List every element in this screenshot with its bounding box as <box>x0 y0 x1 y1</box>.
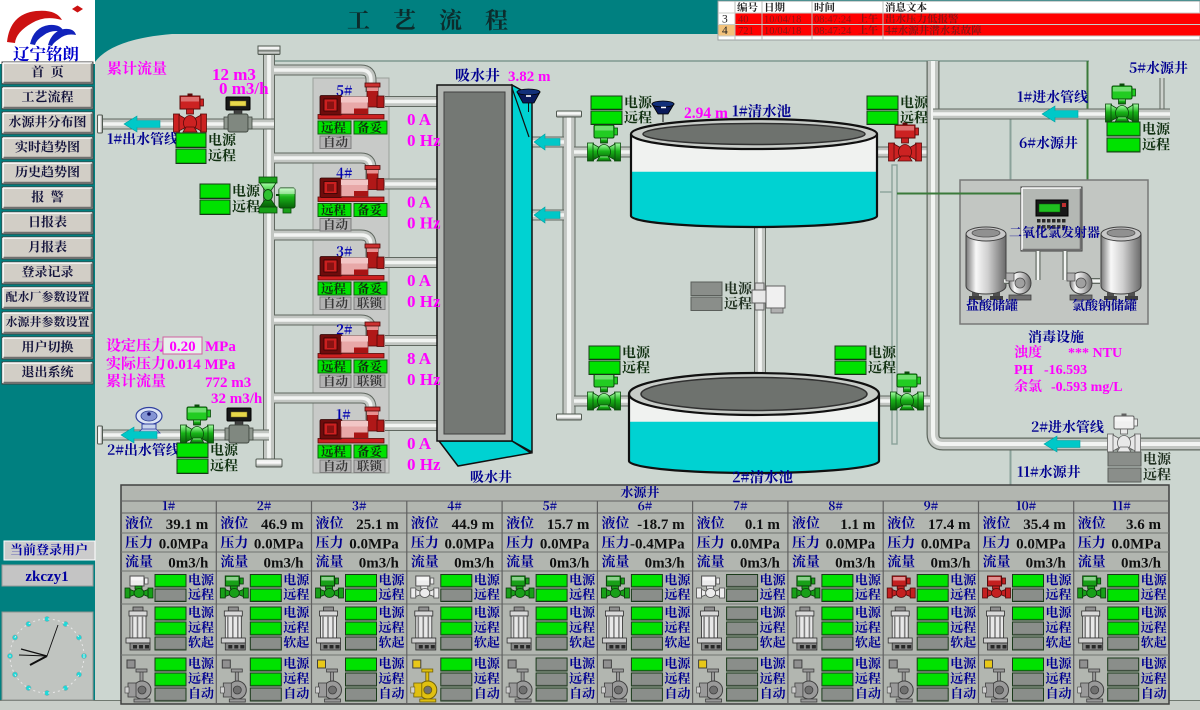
svg-text:0.0MPa: 0.0MPa <box>445 537 495 553</box>
svg-text:0m3/h: 0m3/h <box>454 556 495 572</box>
svg-text:0 A: 0 A <box>407 193 432 212</box>
svg-text:10/04/18: 10/04/18 <box>764 15 801 26</box>
svg-text:0m3/h: 0m3/h <box>1121 556 1162 572</box>
svg-text:32 m3/h: 32 m3/h <box>211 391 263 407</box>
svg-text:0m3/h: 0m3/h <box>740 556 781 572</box>
svg-text:0 A: 0 A <box>407 271 432 290</box>
svg-text:39.1 m: 39.1 m <box>166 517 209 533</box>
svg-text:0.014 MPa: 0.014 MPa <box>167 357 236 373</box>
svg-text:-16.593: -16.593 <box>1044 363 1087 378</box>
svg-text:0.20: 0.20 <box>169 339 195 355</box>
svg-text:0 Hz: 0 Hz <box>407 214 441 233</box>
svg-text:0.0MPa: 0.0MPa <box>921 537 971 553</box>
svg-text:0m3/h: 0m3/h <box>930 556 971 572</box>
svg-text:10/04/18: 10/04/18 <box>764 26 801 37</box>
svg-text:3.6 m: 3.6 m <box>1126 517 1162 533</box>
svg-text:3.82 m: 3.82 m <box>508 69 551 85</box>
svg-text:0m3/h: 0m3/h <box>549 556 590 572</box>
svg-text:*** NTU: *** NTU <box>1068 346 1122 361</box>
svg-text:1.1 m: 1.1 m <box>840 517 876 533</box>
svg-text:zkczy1: zkczy1 <box>25 569 68 585</box>
svg-text:15.7 m: 15.7 m <box>547 517 590 533</box>
svg-text:0m3/h: 0m3/h <box>263 556 304 572</box>
svg-text:0 Hz: 0 Hz <box>407 370 441 389</box>
svg-text:25.1 m: 25.1 m <box>356 517 399 533</box>
svg-text:46.9 m: 46.9 m <box>261 517 304 533</box>
svg-text:44.9 m: 44.9 m <box>452 517 495 533</box>
svg-text:-0.593 mg/L: -0.593 mg/L <box>1051 380 1123 395</box>
svg-text:0.1 m: 0.1 m <box>745 517 781 533</box>
svg-text:0m3/h: 0m3/h <box>168 556 209 572</box>
svg-text:0.0MPa: 0.0MPa <box>1016 537 1066 553</box>
svg-text:0m3/h: 0m3/h <box>645 556 686 572</box>
svg-text:08:47:24: 08:47:24 <box>814 15 852 26</box>
svg-text:0 A: 0 A <box>407 434 432 453</box>
svg-text:4: 4 <box>722 25 728 37</box>
svg-text:35.4 m: 35.4 m <box>1023 517 1066 533</box>
svg-text:17.4 m: 17.4 m <box>928 517 971 533</box>
svg-text:0.0MPa: 0.0MPa <box>540 537 590 553</box>
svg-text:0.0MPa: 0.0MPa <box>730 537 780 553</box>
svg-text:0 Hz: 0 Hz <box>407 455 441 474</box>
svg-text:8 A: 8 A <box>407 349 432 368</box>
svg-text:0.0MPa: 0.0MPa <box>1111 537 1161 553</box>
svg-text:2.94 m: 2.94 m <box>684 105 728 122</box>
svg-text:MPa: MPa <box>205 339 236 355</box>
svg-text:0.0MPa: 0.0MPa <box>349 537 399 553</box>
svg-text:0m3/h: 0m3/h <box>359 556 400 572</box>
svg-text:3: 3 <box>722 14 728 26</box>
svg-text:721: 721 <box>738 26 754 37</box>
svg-text:0.0MPa: 0.0MPa <box>254 537 304 553</box>
svg-text:0.0MPa: 0.0MPa <box>826 537 876 553</box>
svg-text:0 Hz: 0 Hz <box>407 292 441 311</box>
svg-text:0m3/h: 0m3/h <box>835 556 876 572</box>
svg-text:0 m3/h: 0 m3/h <box>219 79 269 98</box>
svg-text:-0.4MPa: -0.4MPa <box>630 537 685 553</box>
svg-text:-18.7 m: -18.7 m <box>637 517 685 533</box>
svg-text:0 A: 0 A <box>407 110 432 129</box>
svg-text:40: 40 <box>738 15 749 26</box>
svg-text:772 m3: 772 m3 <box>205 375 251 391</box>
svg-text:0 Hz: 0 Hz <box>407 131 441 150</box>
svg-text:0m3/h: 0m3/h <box>1026 556 1067 572</box>
svg-text:0.0MPa: 0.0MPa <box>159 537 209 553</box>
svg-text:PH: PH <box>1014 363 1034 378</box>
svg-text:08:47:24: 08:47:24 <box>814 26 852 37</box>
